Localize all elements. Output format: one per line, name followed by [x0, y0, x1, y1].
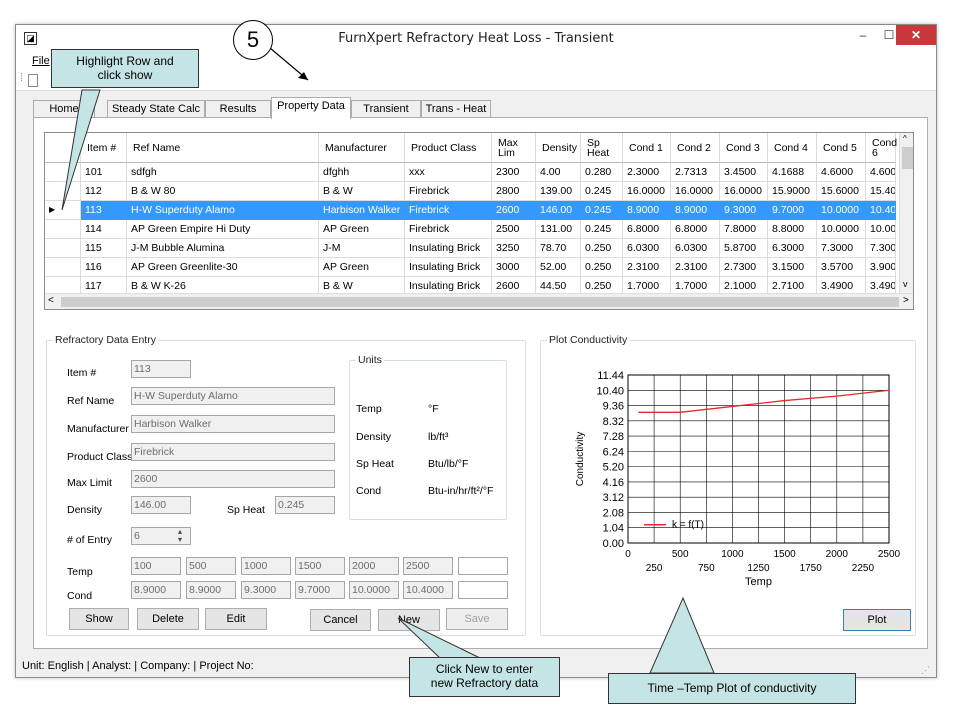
plot-pointer: [649, 596, 715, 674]
new-pointer: [397, 617, 481, 659]
step-number-badge: 5: [233, 20, 273, 60]
highlight-row-callout: Highlight Row and click show: [51, 49, 199, 88]
plot-callout: Time –Temp Plot of conductivity: [608, 673, 856, 704]
highlight-pointer: [61, 89, 101, 211]
annotation-arrows: [61, 47, 715, 674]
tab-property-data[interactable]: Property Data: [271, 97, 351, 119]
click-new-callout: Click New to enter new Refractory data: [409, 657, 560, 697]
